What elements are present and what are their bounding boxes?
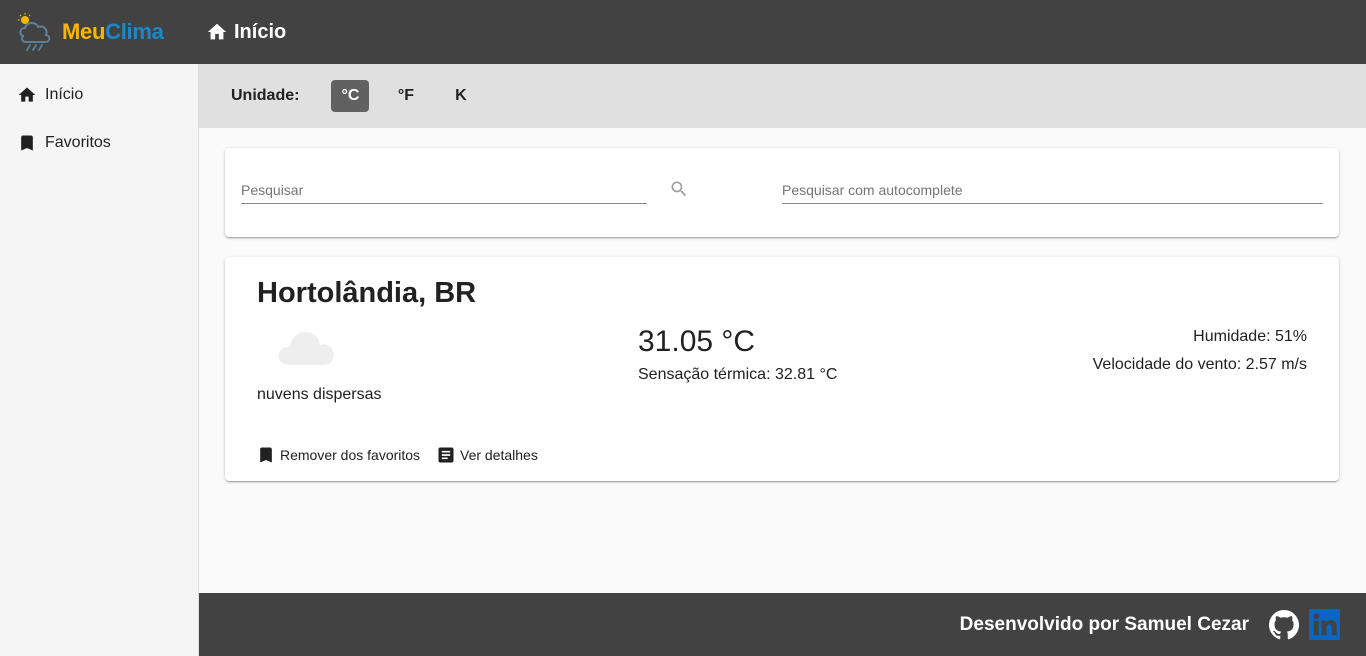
- sidebar-item-label: Favoritos: [45, 134, 111, 151]
- page-title: Início: [206, 21, 286, 44]
- search-card: [225, 148, 1339, 237]
- remove-favorite-button[interactable]: Remover dos favoritos: [256, 445, 420, 465]
- logo-text-clima: Clima: [105, 19, 164, 44]
- city-name: Hortolândia, BR: [257, 277, 477, 309]
- cloud-icon: [278, 331, 334, 365]
- sidebar-item-label: Início: [45, 86, 84, 103]
- linkedin-icon[interactable]: [1309, 609, 1340, 640]
- wind-speed: Velocidade do vento: 2.57 m/s: [1092, 356, 1307, 373]
- temperature: 31.05 °C: [638, 325, 756, 358]
- unit-fahrenheit-button[interactable]: °F: [387, 80, 424, 112]
- sidebar-item-inicio[interactable]: Início: [0, 71, 198, 119]
- unit-toolbar: Unidade: °C °F K: [199, 64, 1366, 128]
- search-icon[interactable]: [669, 179, 689, 199]
- footer-credit: Desenvolvido por Samuel Cezar: [959, 613, 1249, 635]
- unit-celsius-button[interactable]: °C: [331, 80, 370, 112]
- logo-cloud-icon: [18, 13, 51, 51]
- remove-favorite-label: Remover dos favoritos: [280, 447, 421, 463]
- footer: Desenvolvido por Samuel Cezar: [199, 593, 1366, 656]
- logo[interactable]: MeuClima: [16, 12, 206, 52]
- weather-card: Hortolândia, BR nuvens dispersas 31.05 °…: [225, 257, 1339, 481]
- logo-text-meu: Meu: [62, 19, 106, 44]
- home-icon: [207, 23, 227, 40]
- bookmark-icon: [260, 447, 272, 463]
- page-title-text: Início: [234, 20, 287, 43]
- unit-kelvin-button[interactable]: K: [442, 80, 479, 112]
- home-icon: [18, 87, 36, 102]
- unit-label: Unidade:: [231, 87, 300, 104]
- sidebar: Início Favoritos: [0, 64, 199, 656]
- weather-description: nuvens dispersas: [257, 386, 382, 403]
- humidity: Humidade: 51%: [1193, 328, 1307, 345]
- autocomplete-search-input[interactable]: [782, 176, 1323, 204]
- github-icon[interactable]: [1269, 609, 1299, 640]
- app-bar: MeuClima Início: [0, 0, 1366, 64]
- search-input[interactable]: [241, 176, 647, 204]
- view-details-button[interactable]: Ver detalhes: [436, 445, 538, 465]
- document-icon: [438, 447, 454, 463]
- logo-text: MeuClima: [62, 19, 164, 45]
- view-details-label: Ver detalhes: [460, 447, 538, 463]
- sidebar-item-favoritos[interactable]: Favoritos: [0, 119, 198, 167]
- feels-like: Sensação térmica: 32.81 °C: [638, 366, 838, 383]
- bookmark-icon: [21, 135, 33, 151]
